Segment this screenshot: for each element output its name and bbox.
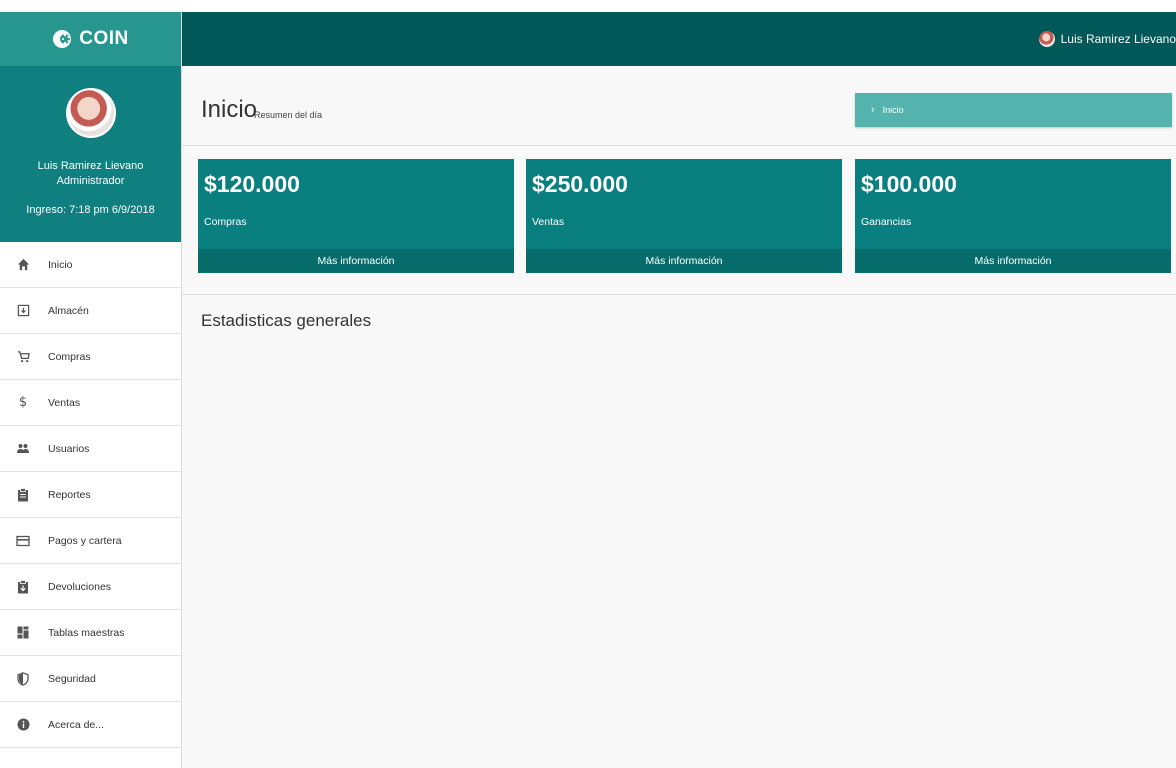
card-label: Ventas [532, 216, 565, 228]
profile-login-time: Ingreso: 7:18 pm 6/9/2018 [26, 204, 155, 216]
more-info-link[interactable]: Más información [526, 249, 842, 273]
header-user-menu[interactable]: Luis Ramirez Lievano [1038, 12, 1176, 66]
sidebar-item-label: Compras [48, 350, 91, 363]
sidebar-item-label: Usuarios [48, 442, 90, 455]
page-subtitle: Resumen del día [254, 110, 323, 120]
sidebar-item-devoluciones[interactable]: Devoluciones [0, 564, 181, 610]
sidebar-item-pagos-y-cartera[interactable]: Pagos y cartera [0, 518, 181, 564]
header-avatar [1038, 31, 1055, 47]
sidebar-item-label: Tablas maestras [48, 626, 125, 639]
summary-cards: $120.000 Compras Más información $250.00… [198, 159, 1176, 273]
breadcrumb-item: Inicio [882, 105, 904, 115]
sidebar-item-label: Pagos y cartera [48, 534, 122, 547]
card-amount: $120.000 [204, 171, 300, 197]
profile-role: Administrador [56, 175, 125, 187]
sidebar-item-usuarios[interactable]: Usuarios [0, 426, 181, 472]
sidebar-nav: Inicio Almacén Compras $ Ventas Usuarios [0, 242, 181, 748]
cart-icon [16, 350, 30, 364]
sidebar-item-label: Inicio [48, 258, 73, 271]
sidebar-item-reportes[interactable]: Reportes [0, 472, 181, 518]
card-compras: $120.000 Compras Más información [198, 159, 514, 273]
users-icon [16, 442, 30, 456]
sidebar-item-almacen[interactable]: Almacén [0, 288, 181, 334]
avatar [65, 88, 116, 138]
sidebar-item-compras[interactable]: Compras [0, 334, 181, 380]
sidebar-item-label: Acerca de... [48, 718, 105, 731]
clipboard-icon [16, 487, 30, 502]
info-icon [16, 718, 30, 732]
card-label: Ganancias [861, 216, 912, 228]
card-amount: $100.000 [861, 171, 957, 197]
card-amount: $250.000 [532, 171, 628, 197]
sidebar-item-label: Seguridad [48, 672, 96, 685]
home-icon [16, 258, 30, 272]
sidebar: COIN Luis Ramirez Lievano Administrador … [0, 12, 182, 768]
sidebar-item-label: Ventas [48, 396, 81, 409]
brand-logo[interactable]: COIN [0, 12, 181, 66]
warehouse-icon [16, 304, 30, 318]
grid-icon [16, 626, 30, 640]
sidebar-item-label: Reportes [48, 488, 91, 501]
page-title: Inicio [201, 96, 258, 123]
stats-section-title: Estadisticas generales [201, 311, 372, 330]
chevron-right-icon: › [871, 104, 875, 116]
sidebar-item-label: Almacén [48, 304, 89, 317]
page-header: Inicio Resumen del día › Inicio [182, 66, 1176, 146]
card-ventas: $250.000 Ventas Más información [526, 159, 842, 273]
return-icon [16, 579, 30, 594]
user-profile-panel: Luis Ramirez Lievano Administrador Ingre… [0, 66, 181, 242]
card-label: Compras [204, 216, 247, 228]
sidebar-item-label: Devoluciones [48, 580, 112, 593]
sidebar-item-acerca-de[interactable]: Acerca de... [0, 702, 181, 748]
dollar-icon: $ [18, 395, 28, 410]
section-divider [182, 294, 1176, 295]
more-info-link[interactable]: Más información [198, 249, 514, 273]
sidebar-item-inicio[interactable]: Inicio [0, 242, 181, 288]
card-icon [16, 534, 30, 548]
card-ganancias: $100.000 Ganancias Más información [855, 159, 1171, 273]
brand-name: COIN [79, 28, 129, 49]
coin-logo-icon [53, 30, 72, 48]
more-info-link[interactable]: Más información [855, 249, 1171, 273]
header-user-name: Luis Ramirez Lievano [1060, 32, 1176, 46]
sidebar-item-tablas-maestras[interactable]: Tablas maestras [0, 610, 181, 656]
sidebar-item-ventas[interactable]: $ Ventas [0, 380, 181, 426]
main-content: Inicio Resumen del día › Inicio $120.000… [182, 66, 1176, 768]
breadcrumb[interactable]: › Inicio [855, 93, 1172, 127]
profile-name: Luis Ramirez Lievano [37, 160, 144, 172]
top-strip [0, 0, 1176, 12]
shield-icon [16, 671, 30, 686]
sidebar-item-seguridad[interactable]: Seguridad [0, 656, 181, 702]
top-header: Luis Ramirez Lievano [182, 12, 1176, 66]
